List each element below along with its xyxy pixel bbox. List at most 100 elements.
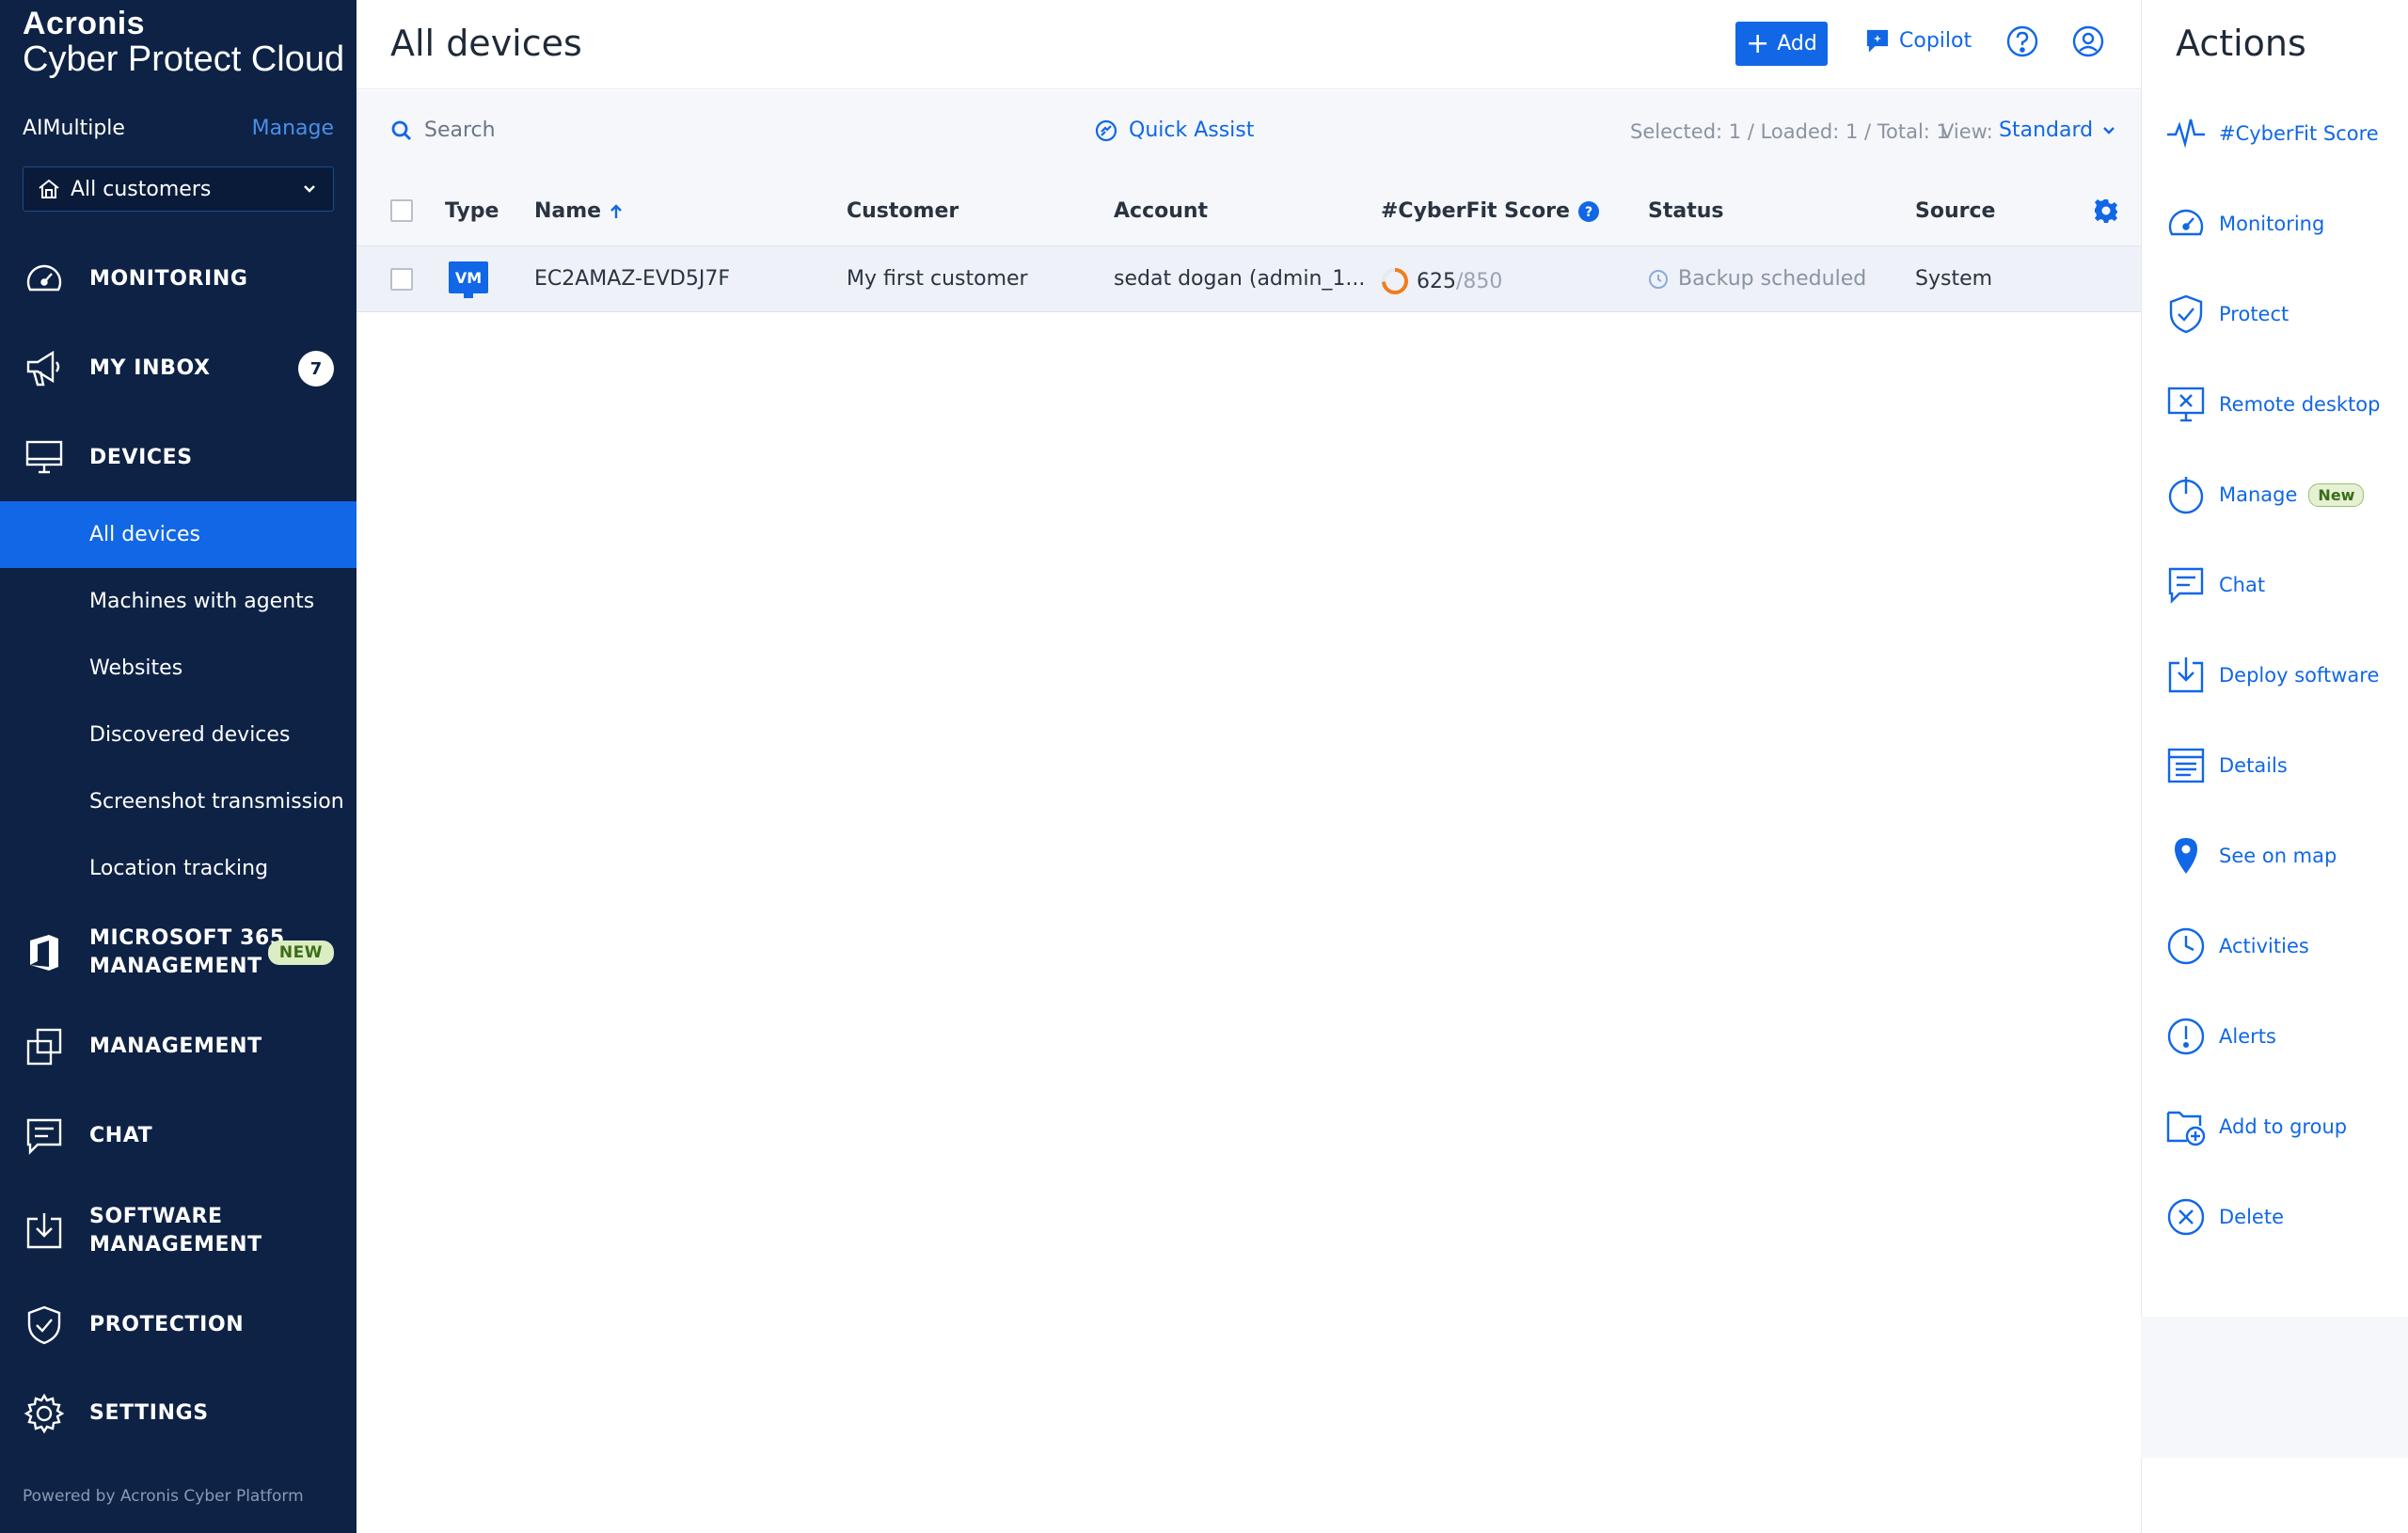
sub-item-machines-with-agents[interactable]: Machines with agents	[0, 568, 356, 635]
logo-line-2: Cyber Protect Cloud	[23, 40, 345, 79]
nav-protection[interactable]: PROTECTION	[0, 1302, 356, 1349]
sub-item-location-tracking[interactable]: Location tracking	[0, 835, 356, 902]
remote-desktop-icon	[2167, 387, 2205, 422]
alert-icon	[2167, 1018, 2205, 1055]
acronis-logo: Acronis Cyber Protect Cloud	[23, 8, 344, 77]
column-source[interactable]: Source	[1915, 199, 1995, 223]
action-label: Remote desktop	[2219, 393, 2381, 416]
action-monitoring[interactable]: Monitoring	[2164, 196, 2400, 252]
plus-icon: +	[1746, 26, 1770, 60]
selection-counts: Selected: 1 / Loaded: 1 / Total: 1	[1630, 120, 1949, 143]
table-row[interactable]: VM EC2AMAZ-EVD5J7F My first customer sed…	[356, 246, 2141, 312]
column-name-label: Name	[534, 199, 602, 223]
sub-item-all-devices[interactable]: All devices	[0, 501, 356, 568]
action-label: Manage	[2219, 483, 2298, 506]
nav-chat[interactable]: CHAT	[0, 1113, 356, 1160]
power-icon	[2168, 477, 2204, 514]
nav-devices-label: DEVICES	[89, 446, 193, 469]
nav-monitoring[interactable]: MONITORING	[0, 256, 356, 303]
main-content: All devices + Add Copilot Search Quick A…	[356, 0, 2141, 1533]
nav-devices[interactable]: DEVICES	[0, 435, 356, 482]
action-protect[interactable]: Protect	[2164, 286, 2400, 342]
sub-item-websites[interactable]: Websites	[0, 635, 356, 702]
view-select[interactable]: Standard	[1999, 119, 2117, 142]
gauge-icon	[26, 264, 62, 292]
column-customer[interactable]: Customer	[847, 199, 958, 223]
column-settings-gear-icon[interactable]	[2093, 198, 2119, 224]
action-remote-desktop[interactable]: Remote desktop	[2164, 376, 2400, 433]
folder-plus-icon	[2166, 1111, 2206, 1146]
gauge-icon	[2168, 209, 2204, 236]
nav-software-management[interactable]: SOFTWARE MANAGEMENT	[0, 1203, 356, 1259]
help-icon[interactable]: ?	[1577, 200, 1600, 223]
delete-icon	[2167, 1198, 2205, 1236]
toolbar: Search Quick Assist Selected: 1 / Loaded…	[356, 90, 2141, 177]
tenant-manage-link[interactable]: Manage	[252, 117, 334, 140]
select-all-checkbox[interactable]	[390, 199, 413, 222]
column-status[interactable]: Status	[1648, 199, 1723, 223]
clock-icon	[1649, 269, 1668, 289]
action-label: Alerts	[2219, 1025, 2276, 1048]
action-alerts[interactable]: Alerts	[2164, 1008, 2400, 1065]
status-text: Backup scheduled	[1678, 267, 1867, 291]
cell-source: System	[1915, 267, 1993, 291]
copilot-icon	[1866, 29, 1889, 53]
powered-by: Powered by Acronis Cyber Platform	[23, 1487, 304, 1506]
deploy-icon	[26, 1213, 62, 1249]
search-input[interactable]: Search	[390, 119, 496, 142]
action-label: #CyberFit Score	[2219, 122, 2379, 145]
new-badge: New	[2308, 482, 2365, 507]
nav-my-inbox[interactable]: MY INBOX 7	[0, 345, 356, 392]
action-cyberfit-score[interactable]: #CyberFit Score	[2164, 105, 2400, 162]
quick-assist-button[interactable]: Quick Assist	[1095, 119, 1254, 142]
action-delete[interactable]: Delete	[2164, 1189, 2400, 1245]
row-checkbox[interactable]	[390, 268, 413, 291]
help-icon[interactable]	[2005, 24, 2039, 58]
copilot-button[interactable]: Copilot	[1865, 28, 1972, 53]
action-deploy-software[interactable]: Deploy software	[2164, 647, 2400, 703]
table-header: Type Name Customer Account #CyberFit Sco…	[356, 177, 2141, 246]
user-account-icon[interactable]	[2071, 24, 2105, 58]
action-details[interactable]: Details	[2164, 737, 2400, 794]
nav-software-label-1: SOFTWARE	[89, 1205, 223, 1228]
svg-text:?: ?	[1585, 205, 1592, 220]
column-cyberfit-score[interactable]: #CyberFit Score ?	[1381, 199, 1600, 223]
chevron-down-icon	[2103, 126, 2115, 134]
action-label: Monitoring	[2219, 213, 2325, 235]
nav-management[interactable]: MANAGEMENT	[0, 1023, 356, 1070]
sort-ascending-icon	[610, 203, 622, 218]
action-label: Protect	[2219, 303, 2289, 325]
nav-software-label-2: MANAGEMENT	[89, 1233, 262, 1256]
nav-settings[interactable]: SETTINGS	[0, 1390, 356, 1437]
action-see-on-map[interactable]: See on map	[2164, 828, 2400, 884]
cell-status: Backup scheduled	[1648, 267, 1866, 291]
tenant-name: AIMultiple	[23, 117, 125, 140]
column-type[interactable]: Type	[445, 199, 499, 223]
management-icon	[26, 1028, 62, 1066]
customer-select[interactable]: All customers	[23, 166, 334, 212]
action-label: Add to group	[2219, 1115, 2348, 1138]
nav-microsoft-365-management[interactable]: MICROSOFT 365 MANAGEMENT NEW	[0, 925, 356, 981]
gear-icon	[24, 1393, 65, 1434]
nav-settings-label: SETTINGS	[89, 1401, 209, 1425]
action-manage[interactable]: Manage New	[2164, 466, 2400, 523]
cell-customer: My first customer	[847, 267, 1028, 291]
svg-text:VM: VM	[455, 269, 482, 287]
search-icon	[391, 120, 411, 140]
copilot-label: Copilot	[1899, 28, 1972, 53]
view-label: View:	[1941, 120, 1993, 143]
shield-icon	[2169, 294, 2203, 334]
sub-item-discovered-devices[interactable]: Discovered devices	[0, 702, 356, 768]
monitor-icon	[25, 440, 63, 474]
column-account[interactable]: Account	[1114, 199, 1208, 223]
chat-icon	[2168, 567, 2204, 604]
sub-item-screenshot-transmission[interactable]: Screenshot transmission	[0, 768, 356, 835]
action-add-to-group[interactable]: Add to group	[2164, 1098, 2400, 1155]
column-name[interactable]: Name	[534, 199, 626, 223]
cell-cyberfit-score[interactable]: 625/850	[1381, 267, 1502, 295]
action-activities[interactable]: Activities	[2164, 918, 2400, 974]
action-chat[interactable]: Chat	[2164, 557, 2400, 613]
add-button[interactable]: + Add	[1735, 22, 1828, 66]
nav-m365-label-2: MANAGEMENT	[89, 955, 262, 978]
map-pin-icon	[2175, 838, 2197, 874]
